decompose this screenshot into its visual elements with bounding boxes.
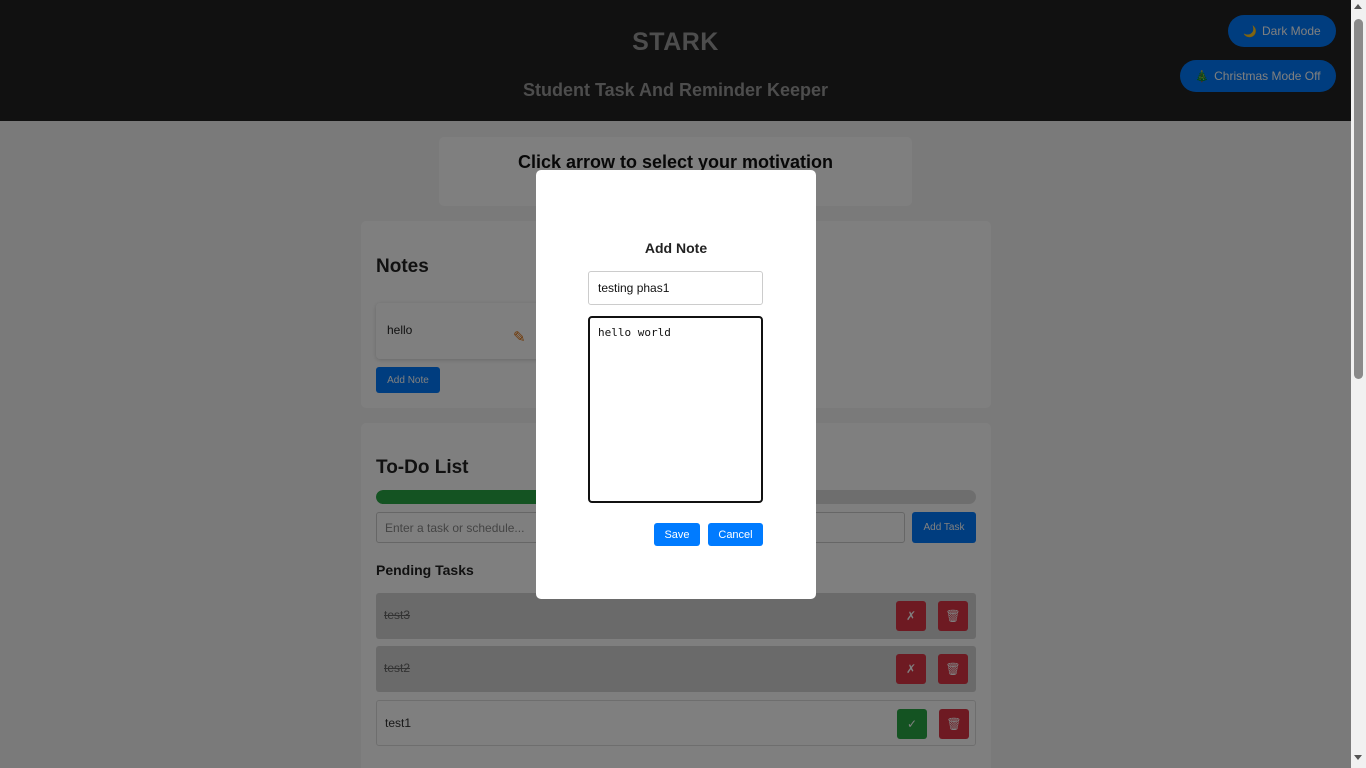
page-scrollbar[interactable]	[1351, 0, 1366, 768]
scroll-down-arrow-icon[interactable]	[1354, 755, 1362, 760]
add-note-modal: Add Note hello world Save Cancel	[536, 170, 816, 599]
cancel-button[interactable]: Cancel	[708, 523, 763, 546]
note-body-textarea[interactable]: hello world	[588, 316, 763, 503]
save-button[interactable]: Save	[654, 523, 700, 546]
note-title-input[interactable]	[588, 271, 763, 305]
scroll-thumb[interactable]	[1354, 19, 1363, 379]
modal-title: Add Note	[644, 240, 708, 256]
scroll-up-arrow-icon[interactable]	[1354, 4, 1362, 9]
